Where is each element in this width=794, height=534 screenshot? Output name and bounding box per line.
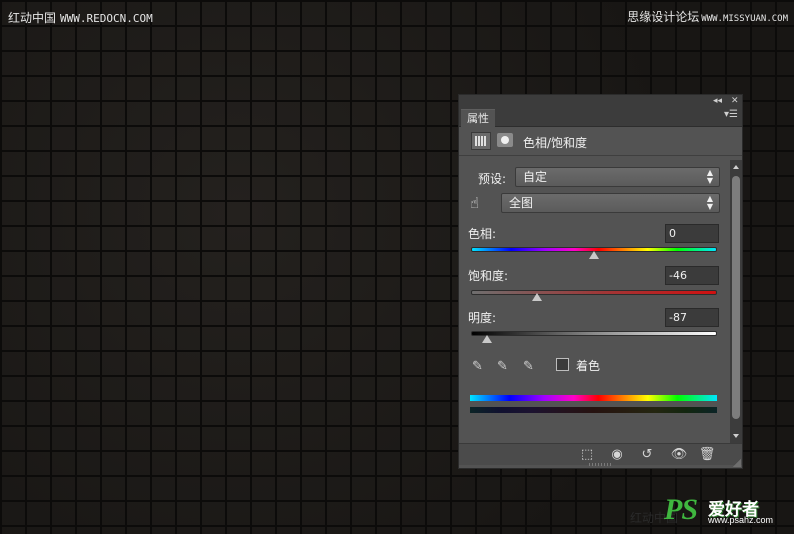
clip-to-layer-icon[interactable]: ⬚ [577, 446, 597, 464]
targeted-adjustment-icon[interactable]: ☝ [470, 194, 488, 212]
scroll-down-icon[interactable] [733, 434, 739, 438]
select-arrows-icon: ▲ ▼ [706, 168, 714, 185]
saturation-slider-thumb[interactable] [532, 293, 543, 301]
lightness-label: 明度: [468, 311, 497, 325]
logo-ps: PS [664, 493, 698, 526]
resize-handle[interactable] [733, 459, 741, 467]
visibility-icon[interactable]: 👁 [669, 446, 689, 464]
eyedropper-plus-icon[interactable]: ✎ [497, 358, 513, 376]
site-logo: PS 爱好者 www.psahz.com [664, 493, 784, 529]
preset-select[interactable]: 自定 ▲ ▼ [515, 167, 720, 187]
saturation-input[interactable]: -46 [665, 266, 719, 285]
saturation-label: 饱和度: [468, 269, 509, 283]
panel-grip[interactable] [589, 463, 613, 466]
adjustment-header: 色相/饱和度 [459, 128, 742, 156]
color-spectrum-output [470, 407, 717, 413]
view-previous-icon[interactable]: ◉ [607, 446, 627, 464]
preset-label: 预设: [478, 172, 507, 186]
adjustment-layer-icon[interactable] [471, 132, 491, 150]
saturation-slider-track[interactable] [471, 290, 717, 295]
hue-input[interactable]: 0 [665, 224, 719, 243]
channel-select[interactable]: 全图 ▲ ▼ [501, 193, 720, 213]
trash-icon[interactable]: 🗑 [697, 446, 717, 464]
eyedropper-icon[interactable]: ✎ [472, 358, 488, 376]
scroll-thumb[interactable] [732, 176, 740, 419]
watermark-url: WWW.MISSYUAN.COM [701, 14, 788, 24]
color-spectrum-input [470, 395, 717, 401]
tab-properties[interactable]: 属性 [461, 109, 495, 127]
hue-label: 色相: [468, 227, 497, 241]
hue-slider-thumb[interactable] [589, 251, 599, 259]
scroll-up-icon[interactable] [733, 165, 739, 169]
watermark-cn: 思缘设计论坛 [627, 10, 700, 24]
preset-value: 自定 [523, 170, 548, 184]
panel-menu-icon[interactable]: ▾☰ [724, 109, 738, 120]
lightness-slider-thumb[interactable] [481, 335, 492, 343]
close-icon[interactable]: ✕ [731, 95, 739, 107]
colorize-label: 着色 [576, 359, 601, 373]
double-chevron-left-icon[interactable]: ◂◂ [713, 95, 722, 107]
logo-url: www.psahz.com [708, 515, 774, 525]
scrollbar[interactable] [730, 160, 742, 443]
watermark-url: WWW.REDOCN.COM [60, 12, 153, 25]
select-arrows-icon: ▲ ▼ [706, 194, 714, 211]
layer-mask-icon[interactable] [497, 133, 513, 147]
watermark-top-right: 思缘设计论坛 WWW.MISSYUAN.COM [627, 8, 788, 25]
lightness-input[interactable]: -87 [665, 308, 719, 327]
channel-value: 全图 [509, 196, 534, 210]
panel-tabbar: 属性 ▾☰ [459, 107, 742, 127]
reset-icon[interactable]: ↺ [637, 446, 657, 464]
eyedropper-minus-icon[interactable]: ✎ [523, 358, 539, 376]
colorize-checkbox[interactable] [556, 358, 569, 371]
panel-titlebar[interactable]: ◂◂ ✕ [459, 95, 742, 107]
adjustment-title: 色相/饱和度 [523, 136, 588, 150]
lightness-slider-track[interactable] [471, 331, 717, 336]
watermark-cn: 红动中国 [8, 11, 57, 25]
panel-footer: ⬚ ◉ ↺ 👁 🗑 [459, 443, 742, 465]
watermark-top-left: 红动中国 WWW.REDOCN.COM [8, 9, 153, 26]
